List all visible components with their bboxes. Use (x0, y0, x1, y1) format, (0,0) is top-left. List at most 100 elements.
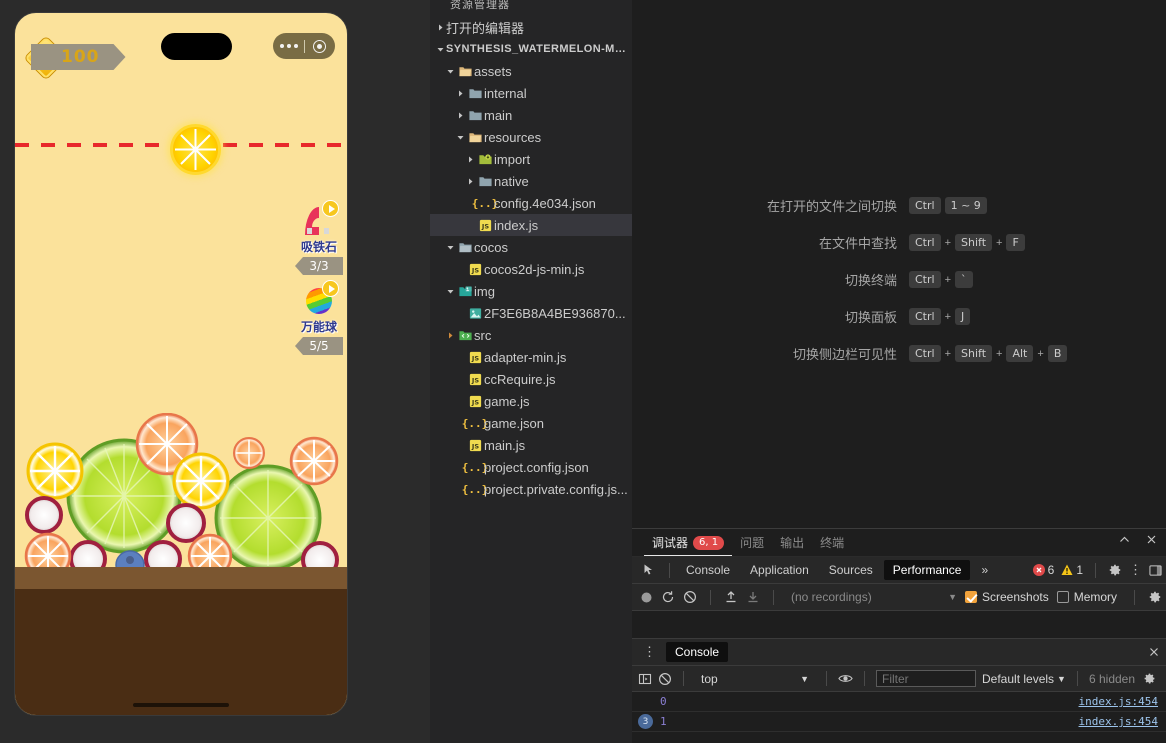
editor-empty-area: 在打开的文件之间切换Ctrl1 ~ 9在文件中查找Ctrl+Shift+F切换终… (632, 0, 1166, 528)
devtools-tab-console[interactable]: Console (677, 560, 739, 580)
tree-item-index-js[interactable]: JSindex.js (430, 214, 632, 236)
warning-icon (1061, 564, 1073, 576)
tab-output[interactable]: 输出 (772, 534, 812, 556)
clear-icon[interactable] (683, 590, 697, 604)
console-log-row[interactable]: 0index.js:454 (632, 692, 1166, 712)
more-dots-icon[interactable] (274, 44, 304, 48)
memory-checkbox[interactable]: Memory (1057, 590, 1117, 604)
console-log-row[interactable]: 31index.js:454 (632, 712, 1166, 732)
tree-item-resources[interactable]: resources (430, 126, 632, 148)
drawer-close-icon[interactable] (1148, 646, 1166, 658)
log-source-link[interactable]: index.js:454 (1079, 715, 1158, 728)
chevron-right-icon[interactable] (444, 324, 456, 346)
drawer-tab-console[interactable]: Console (666, 642, 728, 662)
error-count[interactable]: 6 (1033, 563, 1055, 577)
chevron-up-icon[interactable] (1118, 533, 1131, 546)
tree-item-label: main.js (484, 438, 525, 453)
tree-item-label: import (494, 152, 530, 167)
console-settings-gear-icon[interactable] (1143, 672, 1156, 685)
chevron-down-icon[interactable] (444, 280, 456, 302)
tree-item-[interactable]: 打开的编辑器 (430, 16, 632, 38)
error-icon (1033, 564, 1045, 576)
upload-profile-icon[interactable] (724, 590, 738, 604)
console-levels-select[interactable]: Default levels ▼ (982, 672, 1066, 686)
tree-item-config-4e034-json[interactable]: {..}config.4e034.json (430, 192, 632, 214)
tree-item-game-json[interactable]: {..}game.json (430, 412, 632, 434)
status-bar-notch (161, 33, 232, 60)
tree-item-2f3e6b8a4be936870[interactable]: 2F3E6B8A4BE936870... (430, 302, 632, 324)
shortcut-keys: Ctrl+Shift+Alt+B (909, 345, 1059, 362)
chevron-down-icon[interactable] (444, 60, 456, 82)
devtools-tab-overflow[interactable]: » (972, 560, 997, 580)
tree-item-project-private-config-js[interactable]: {..}project.private.config.js... (430, 478, 632, 500)
file-tree[interactable]: 打开的编辑器SYNTHESIS_WATERMELON-MAINassets int… (430, 14, 632, 500)
screenshots-checkbox[interactable]: Screenshots (965, 590, 1049, 604)
live-expression-eye-icon[interactable] (838, 671, 853, 686)
close-circle-icon[interactable] (305, 40, 335, 53)
chevron-right-icon[interactable] (434, 16, 446, 38)
download-profile-icon[interactable] (746, 590, 760, 604)
tree-item-label: cocos2d-js-min.js (484, 262, 584, 277)
tree-item-assets[interactable]: assets (430, 60, 632, 82)
chevron-right-icon[interactable] (454, 104, 466, 126)
wechat-capsule-menu[interactable] (273, 33, 335, 59)
lemon-segments-icon (173, 127, 218, 172)
tree-item-main-js[interactable]: JSmain.js (430, 434, 632, 456)
tab-problems[interactable]: 问题 (732, 534, 772, 556)
game-canvas[interactable]: 100 (15, 13, 347, 715)
recordings-select[interactable]: (no recordings) ▼ (787, 590, 957, 604)
capture-settings-icon[interactable] (1148, 590, 1166, 604)
keycap: ` (955, 271, 973, 288)
tab-debugger[interactable]: 调试器 6, 1 (644, 534, 732, 556)
chevron-down-icon[interactable] (454, 126, 466, 148)
reload-record-icon[interactable] (661, 590, 675, 604)
powerup-magnet[interactable]: 吸铁石 3/3 (291, 205, 347, 275)
close-icon[interactable] (1145, 533, 1158, 546)
toolbar-divider (864, 671, 865, 686)
gear-icon[interactable] (1108, 563, 1122, 577)
tree-item-game-js[interactable]: JSgame.js (430, 390, 632, 412)
tree-item-src[interactable]: src (430, 324, 632, 346)
console-log-list[interactable]: 0index.js:45431index.js:454 (632, 692, 1166, 732)
tree-item-main[interactable]: main (430, 104, 632, 126)
tree-item-cocos[interactable]: cocos (430, 236, 632, 258)
drawer-menu-icon[interactable]: ⋮ (638, 644, 662, 660)
tree-item-import[interactable]: import (430, 148, 632, 170)
tree-item-img[interactable]: img (430, 280, 632, 302)
svg-text:JS: JS (480, 222, 488, 230)
devtools-tab-sources[interactable]: Sources (820, 560, 882, 580)
chevron-right-icon[interactable] (464, 148, 476, 170)
tree-item-project-config-json[interactable]: {..}project.config.json (430, 456, 632, 478)
tree-item-internal[interactable]: internal (430, 82, 632, 104)
tree-item-synthesis-watermelon-main[interactable]: SYNTHESIS_WATERMELON-MAIN (430, 38, 632, 60)
key-joiner: + (945, 348, 951, 360)
shortcut-keys: Ctrl+J (909, 308, 1059, 325)
inspect-element-icon[interactable] (638, 563, 662, 577)
log-source-link[interactable]: index.js:454 (1079, 695, 1158, 708)
tree-item-label: assets (474, 64, 512, 79)
dock-side-icon[interactable] (1149, 564, 1162, 577)
folder-open-plain-icon (456, 236, 474, 258)
clear-console-icon[interactable] (658, 672, 672, 686)
record-icon[interactable] (640, 591, 653, 604)
console-sidebar-toggle-icon[interactable] (638, 672, 652, 686)
tree-item-cocos2d-js-min-js[interactable]: JScocos2d-js-min.js (430, 258, 632, 280)
toolbar-divider (1134, 590, 1135, 605)
panel-tab-strip: 调试器 6, 1 问题 输出 终端 (632, 529, 1166, 557)
keybinding-watermark: 在打开的文件之间切换Ctrl1 ~ 9在文件中查找Ctrl+Shift+F切换终… (632, 196, 1166, 363)
console-filter-input[interactable] (876, 670, 976, 687)
devtools-tab-application[interactable]: Application (741, 560, 818, 580)
tree-item-native[interactable]: native (430, 170, 632, 192)
chevron-down-icon[interactable] (434, 38, 446, 60)
warning-count[interactable]: 1 (1061, 563, 1083, 577)
tab-terminal[interactable]: 终端 (812, 534, 852, 556)
chevron-right-icon[interactable] (454, 82, 466, 104)
console-context-select[interactable]: top ▼ (695, 672, 815, 686)
chevron-right-icon[interactable] (464, 170, 476, 192)
more-options-icon[interactable]: ⋮ (1129, 563, 1142, 577)
devtools-tab-performance[interactable]: Performance (884, 560, 971, 580)
tree-item-adapter-min-js[interactable]: JSadapter-min.js (430, 346, 632, 368)
chevron-down-icon[interactable] (444, 236, 456, 258)
tree-item-ccrequire-js[interactable]: JSccRequire.js (430, 368, 632, 390)
powerup-rainbow-ball[interactable]: 万能球 5/5 (291, 285, 347, 355)
